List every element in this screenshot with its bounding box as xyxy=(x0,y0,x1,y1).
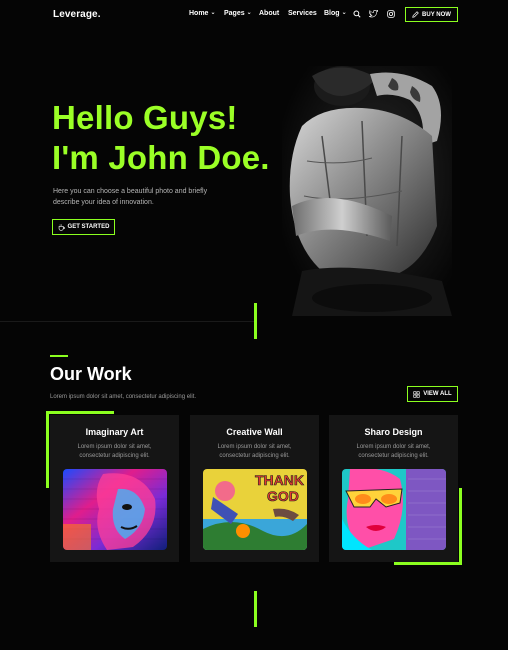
graffiti-text-line1: THANK xyxy=(255,472,304,488)
buy-now-button[interactable]: BUY NOW xyxy=(405,7,458,22)
hero-title: Hello Guys! I'm John Doe. xyxy=(52,98,270,178)
our-work-title: Our Work xyxy=(50,364,132,384)
grid-icon xyxy=(413,390,420,398)
site-header: Leverage. Home ⌄ Pages ⌄ About Services Bl… xyxy=(0,0,508,30)
instagram-icon[interactable] xyxy=(386,9,395,18)
coffee-icon xyxy=(58,224,65,231)
nav-home[interactable]: Home ⌄ xyxy=(189,10,215,17)
accent-line-top xyxy=(254,303,257,339)
bracket-top-left-v xyxy=(46,411,49,488)
view-all-label: VIEW ALL xyxy=(423,391,452,397)
get-started-button[interactable]: GET STARTED xyxy=(52,219,115,235)
our-work-subtitle: Lorem ipsum dolor sit amet, consectetur … xyxy=(50,394,197,400)
nav-home-label: Home xyxy=(189,10,209,17)
card-description: Lorem ipsum dolor sit amet, consectetur … xyxy=(190,443,319,461)
bracket-bottom-right-v xyxy=(459,488,462,565)
twitter-icon[interactable] xyxy=(369,9,378,18)
card-description: Lorem ipsum dolor sit amet, consectetur … xyxy=(329,443,458,461)
accent-line-bottom xyxy=(254,591,257,627)
card-desc-line2: consectetur adipiscing elit. xyxy=(79,453,150,459)
nav-blog-label: Blog xyxy=(324,10,340,17)
card-title: Imaginary Art xyxy=(85,427,144,437)
nav-about-label: About xyxy=(259,10,280,17)
nav-services[interactable]: Services xyxy=(288,10,317,17)
card-title: Sharo Design xyxy=(364,427,423,437)
hero-portrait-image xyxy=(282,66,452,316)
nav-blog[interactable]: Blog ⌄ xyxy=(324,10,347,17)
nav-pages-label: Pages xyxy=(224,10,245,17)
chevron-down-icon: ⌄ xyxy=(210,10,216,16)
hero-title-line2: I'm John Doe. xyxy=(52,139,270,176)
nav-services-label: Services xyxy=(288,10,317,17)
card-desc-line1: Lorem ipsum dolor sit amet, xyxy=(217,444,292,450)
get-started-label: GET STARTED xyxy=(67,224,110,230)
card-image-creative-wall[interactable]: THANK GOD xyxy=(203,469,307,550)
section-divider xyxy=(0,321,255,322)
work-card-imaginary-art[interactable]: Imaginary Art Lorem ipsum dolor sit amet… xyxy=(50,415,179,562)
card-image-imaginary-art[interactable] xyxy=(63,469,167,550)
work-card-sharo-design[interactable]: Sharo Design Lorem ipsum dolor sit amet,… xyxy=(329,415,458,562)
card-desc-line2: consectetur adipiscing elit. xyxy=(219,453,290,459)
bracket-bottom-right-h xyxy=(394,562,462,565)
view-all-button[interactable]: VIEW ALL xyxy=(407,386,458,402)
logo[interactable]: Leverage. xyxy=(53,9,101,20)
buy-now-label: BUY NOW xyxy=(422,11,451,18)
card-desc-line2: consectetur adipiscing elit. xyxy=(358,453,429,459)
card-title: Creative Wall xyxy=(226,427,283,437)
chevron-down-icon: ⌄ xyxy=(246,10,252,16)
chevron-down-icon: ⌄ xyxy=(341,10,347,16)
hero-description: Here you can choose a beautiful photo an… xyxy=(53,188,208,206)
card-desc-line1: Lorem ipsum dolor sit amet, xyxy=(77,444,152,450)
card-image-sharo-design[interactable] xyxy=(342,469,446,550)
bracket-top-left-h xyxy=(46,411,114,414)
hero-title-line1: Hello Guys! xyxy=(52,99,238,136)
work-card-creative-wall[interactable]: Creative Wall Lorem ipsum dolor sit amet… xyxy=(190,415,319,562)
nav-about[interactable]: About xyxy=(259,10,279,17)
section-accent-mark xyxy=(50,355,68,357)
graffiti-text-line2: GOD xyxy=(267,488,299,504)
pencil-icon xyxy=(412,11,419,18)
card-description: Lorem ipsum dolor sit amet, consectetur … xyxy=(50,443,179,461)
card-desc-line1: Lorem ipsum dolor sit amet, xyxy=(356,444,431,450)
search-icon[interactable] xyxy=(352,9,361,18)
nav-pages[interactable]: Pages ⌄ xyxy=(224,10,252,17)
